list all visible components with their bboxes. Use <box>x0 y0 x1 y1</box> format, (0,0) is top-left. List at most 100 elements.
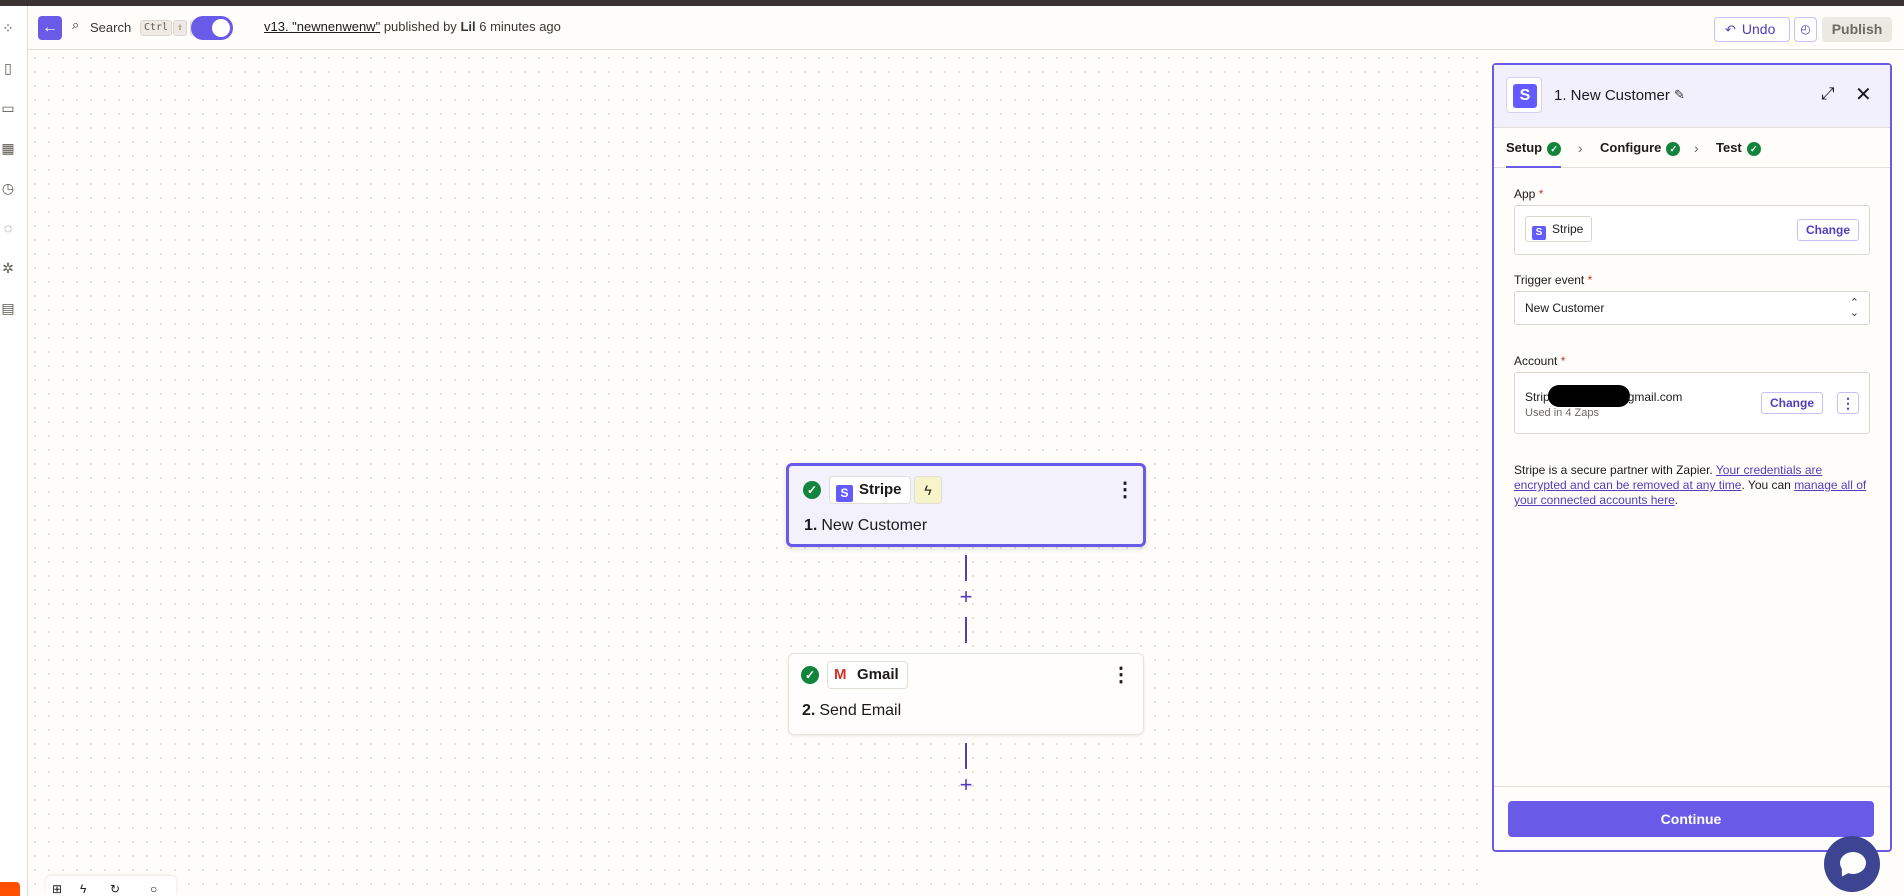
add-step-plus-icon[interactable]: + <box>956 586 976 608</box>
undo-button[interactable]: ↶ Undo <box>1714 17 1790 42</box>
close-icon[interactable]: ✕ <box>1855 82 1872 107</box>
step-title: 2. Send Email <box>802 702 901 720</box>
panel-title[interactable]: 1. New Customer <box>1554 87 1670 104</box>
undo-icon: ↶ <box>1725 22 1736 37</box>
back-arrow-icon[interactable]: ← <box>38 16 62 40</box>
left-sidebar: ⁘ ▯ ▭ ▦ ◷ ◌ ✲ ▤ <box>0 6 28 896</box>
trigger-event-select[interactable]: New Customer ⌃ ⌄ <box>1514 291 1870 325</box>
app-value: Stripe <box>1552 222 1584 236</box>
step-name: Send Email <box>819 702 902 719</box>
app-field-label: App * <box>1514 187 1543 201</box>
step-number: 2. <box>802 702 816 719</box>
author-name: Lil <box>460 19 476 34</box>
zoom-icon[interactable]: ○ <box>150 882 157 896</box>
zap-file-icon[interactable]: ▯ <box>0 60 16 76</box>
panel-footer: Continue <box>1494 786 1890 850</box>
app-value-chip: S Stripe <box>1525 216 1593 242</box>
toggle-knob <box>212 19 230 37</box>
undo-label: Undo <box>1741 21 1776 37</box>
check-circle-icon: ✓ <box>803 481 821 499</box>
search-icon[interactable]: ⌕ <box>72 18 86 32</box>
settings-icon[interactable]: ✲ <box>0 260 16 276</box>
support-chat-button[interactable] <box>1824 836 1880 892</box>
info-suffix: . <box>1674 493 1679 507</box>
zapier-logo-icon[interactable] <box>0 882 20 896</box>
stripe-logo-icon: S <box>836 485 853 502</box>
info-middle: . You can <box>1741 478 1795 492</box>
step-config-panel: S 1. New Customer ✎ ⤢ ✕ Setup ✓ › Configu… <box>1492 63 1892 852</box>
step-card-trigger[interactable]: ✓ S Stripe ϟ ⋮ 1. New Customer <box>786 463 1146 547</box>
account-label-text: Account <box>1514 354 1558 368</box>
check-circle-icon: ✓ <box>1746 142 1761 156</box>
tab-setup[interactable]: Setup ✓ <box>1506 128 1562 168</box>
calendar-icon[interactable]: ▦ <box>0 140 16 156</box>
published-by-text: published by <box>383 19 457 34</box>
trigger-event-value: New Customer <box>1525 301 1605 315</box>
step-menu-icon[interactable]: ⋮ <box>1115 480 1135 500</box>
panel-tabs: Setup ✓ › Configure ✓ › Test ✓ <box>1494 128 1890 168</box>
stripe-logo-icon: S <box>1532 226 1546 240</box>
app-label-text: App <box>1514 187 1536 201</box>
account-field: Strip gmail.com Used in 4 Zaps Change ⋮ <box>1514 372 1870 434</box>
templates-icon[interactable]: ▤ <box>0 300 16 316</box>
account-field-label: Account * <box>1514 354 1565 368</box>
security-info-text: Stripe is a secure partner with Zapier. … <box>1514 463 1870 508</box>
continue-button[interactable]: Continue <box>1508 801 1874 837</box>
step-card-action[interactable]: ✓ M Gmail ⋮ 2. Send Email <box>788 653 1144 735</box>
version-history-icon[interactable]: ◴ <box>1794 17 1817 42</box>
connector-line <box>965 555 967 581</box>
account-menu-icon[interactable]: ⋮ <box>1837 392 1859 414</box>
step-name: New Customer <box>821 517 928 534</box>
connector-line <box>965 743 967 769</box>
chevron-right-icon: › <box>1694 140 1699 156</box>
info-prefix: Stripe is a secure partner with Zapier. <box>1514 463 1716 477</box>
step-menu-icon[interactable]: ⋮ <box>1111 665 1131 685</box>
required-marker: * <box>1538 187 1544 201</box>
refresh-icon[interactable]: ↻ <box>110 882 120 896</box>
trigger-bolt-icon: ϟ <box>914 476 942 504</box>
edit-pencil-icon[interactable]: ✎ <box>1674 87 1685 103</box>
app-chip-label: Gmail <box>857 666 899 683</box>
trigger-event-label: Trigger event * <box>1514 273 1592 287</box>
tab-test[interactable]: Test ✓ <box>1716 128 1761 168</box>
app-chip-stripe: S Stripe <box>829 476 911 504</box>
tab-label: Configure <box>1600 140 1662 155</box>
required-marker: * <box>1560 354 1566 368</box>
tab-label: Setup <box>1506 140 1543 155</box>
account-prefix: Strip <box>1525 390 1550 404</box>
version-info: v13. "newnenwenw" published by Lil 6 min… <box>264 19 561 34</box>
required-marker: * <box>1587 273 1593 287</box>
tab-configure[interactable]: Configure ✓ <box>1600 128 1681 168</box>
change-app-button[interactable]: Change <box>1796 219 1859 241</box>
editor-top-bar: ← ⌕ Search Ctrl ⇧ F v13. "newnenwenw" pu… <box>28 6 1904 50</box>
shortcut-key-ctrl: Ctrl <box>140 20 173 36</box>
apps-grid-icon[interactable]: ⁘ <box>0 20 16 36</box>
connector-line <box>965 617 967 643</box>
layout-icon[interactable]: ⊞ <box>52 882 62 896</box>
chevron-right-icon: › <box>1578 140 1583 156</box>
search-label[interactable]: Search <box>90 20 131 35</box>
account-usage: Used in 4 Zaps <box>1525 407 1599 419</box>
check-circle-icon: ✓ <box>801 666 819 684</box>
check-circle-icon: ✓ <box>1547 142 1562 156</box>
shortcut-key-shift: ⇧ <box>173 20 188 36</box>
add-step-plus-icon[interactable]: + <box>956 774 976 796</box>
zap-on-toggle[interactable] <box>191 16 233 40</box>
redaction-mark <box>1547 385 1630 407</box>
change-account-button[interactable]: Change <box>1760 392 1823 414</box>
chat-icon[interactable]: ▭ <box>0 100 16 116</box>
bolt-icon[interactable]: ϟ <box>80 882 86 896</box>
publish-time: 6 minutes ago <box>479 19 561 34</box>
activity-icon[interactable]: ◌ <box>0 220 16 236</box>
panel-header: S 1. New Customer ✎ ⤢ ✕ <box>1494 65 1890 128</box>
stripe-app-icon: S <box>1506 77 1542 113</box>
zap-canvas[interactable]: ✓ S Stripe ϟ ⋮ 1. New Customer + ✓ M Gmail … <box>28 51 1490 896</box>
gmail-logo-icon: M <box>834 666 847 683</box>
chevron-up-down-icon: ⌃ ⌄ <box>1849 297 1859 319</box>
history-icon[interactable]: ◷ <box>0 180 16 196</box>
version-link[interactable]: v13. "newnenwenw" <box>264 19 380 34</box>
app-field: S Stripe Change <box>1514 205 1870 255</box>
publish-button[interactable]: Publish <box>1822 17 1892 42</box>
expand-icon[interactable]: ⤢ <box>1821 84 1835 104</box>
check-circle-icon: ✓ <box>1666 142 1681 156</box>
